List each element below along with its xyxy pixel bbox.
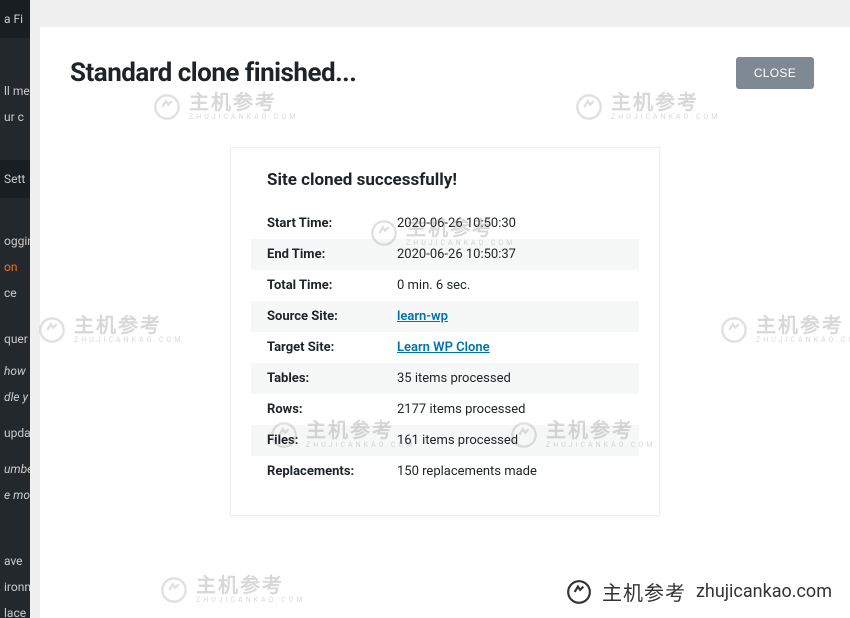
detail-value: 0 min. 6 sec. (381, 270, 639, 301)
table-row: Rows:2177 items processed (251, 394, 639, 425)
site-link[interactable]: Learn WP Clone (397, 340, 490, 355)
table-row: Total Time:0 min. 6 sec. (251, 270, 639, 301)
table-row: Files:161 items processed (251, 425, 639, 456)
detail-value: 35 items processed (381, 363, 639, 394)
table-row: Start Time:2020-06-26 10:50:30 (251, 208, 639, 239)
detail-label: Source Site: (251, 301, 381, 332)
detail-value: Learn WP Clone (381, 332, 639, 363)
detail-value: 2020-06-26 10:50:30 (381, 208, 639, 239)
detail-label: Files: (251, 425, 381, 456)
detail-value: 2020-06-26 10:50:37 (381, 239, 639, 270)
detail-value: 161 items processed (381, 425, 639, 456)
modal-title: Standard clone finished... (70, 58, 356, 88)
detail-label: Tables: (251, 363, 381, 394)
detail-label: Rows: (251, 394, 381, 425)
footer-watermark: 主机参考 zhujicankao.com (548, 565, 850, 618)
detail-value: 2177 items processed (381, 394, 639, 425)
footer-watermark-text: 主机参考 (602, 577, 686, 606)
detail-value: 150 replacements made (381, 456, 639, 487)
detail-label: Target Site: (251, 332, 381, 363)
table-row: Target Site: Learn WP Clone (251, 332, 639, 363)
detail-label: Total Time: (251, 270, 381, 301)
table-row: End Time:2020-06-26 10:50:37 (251, 239, 639, 270)
footer-watermark-domain: zhujicankao.com (696, 581, 832, 602)
admin-sidebar-fragment: a Fi ll me ur c Sett oggin on ce quer ho… (0, 0, 30, 618)
detail-value: learn-wp (381, 301, 639, 332)
detail-label: End Time: (251, 239, 381, 270)
table-row: Replacements:150 replacements made (251, 456, 639, 487)
detail-label: Replacements: (251, 456, 381, 487)
table-row: Source Site: learn-wp (251, 301, 639, 332)
detail-label: Start Time: (251, 208, 381, 239)
site-link[interactable]: learn-wp (397, 309, 448, 324)
modal-header: Standard clone finished... CLOSE (40, 27, 850, 109)
result-panel: Site cloned successfully! Start Time:202… (230, 147, 660, 516)
modal-dialog: Standard clone finished... CLOSE Site cl… (40, 27, 850, 618)
close-button[interactable]: CLOSE (736, 57, 814, 89)
result-heading: Site cloned successfully! (231, 148, 659, 208)
table-row: Tables:35 items processed (251, 363, 639, 394)
result-details-table: Start Time:2020-06-26 10:50:30End Time:2… (251, 208, 639, 487)
